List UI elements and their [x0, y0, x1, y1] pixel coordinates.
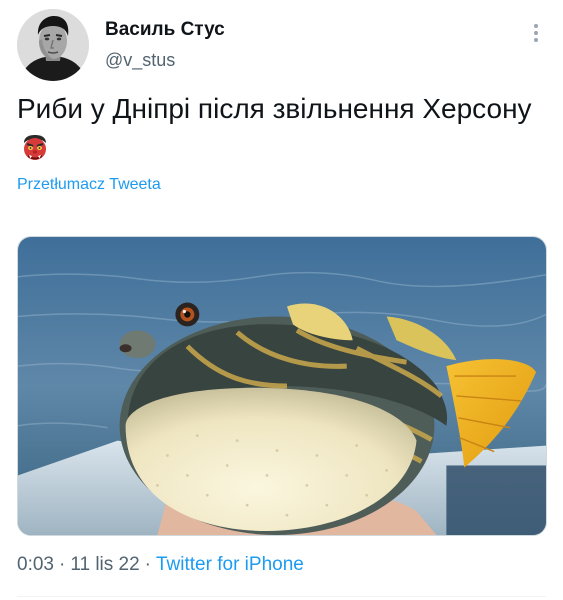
display-name[interactable]: Василь Стус	[105, 17, 225, 43]
tweet-meta: 0:03 · 11 lis 22 · Twitter for iPhone	[17, 554, 304, 576]
pufferfish-photo	[18, 237, 546, 535]
tweet-text-content: Риби у Дніпрі після звільнення Херсону	[17, 93, 532, 124]
more-vertical-icon[interactable]	[529, 24, 543, 44]
tweet-time[interactable]: 0:03	[17, 554, 54, 575]
avatar[interactable]	[17, 9, 89, 81]
japanese-ogre-emoji	[24, 133, 46, 160]
tweet-media-image[interactable]	[17, 236, 547, 536]
divider	[17, 596, 546, 597]
tweet-text: Риби у Дніпрі після звільнення Херсону	[17, 88, 547, 170]
meta-separator: ·	[58, 554, 66, 575]
meta-separator: ·	[144, 554, 151, 575]
tweet-date[interactable]: 11 lis 22	[70, 554, 139, 575]
user-info[interactable]: Василь Стус @v_stus	[105, 17, 225, 73]
tweet-source-link[interactable]: Twitter for iPhone	[156, 554, 304, 575]
translate-tweet-link[interactable]: Przetłumacz Tweeta	[17, 176, 161, 194]
user-handle[interactable]: @v_stus	[105, 47, 225, 73]
tweet: Василь Стус @v_stus Риби у Дніпрі після …	[0, 0, 563, 600]
